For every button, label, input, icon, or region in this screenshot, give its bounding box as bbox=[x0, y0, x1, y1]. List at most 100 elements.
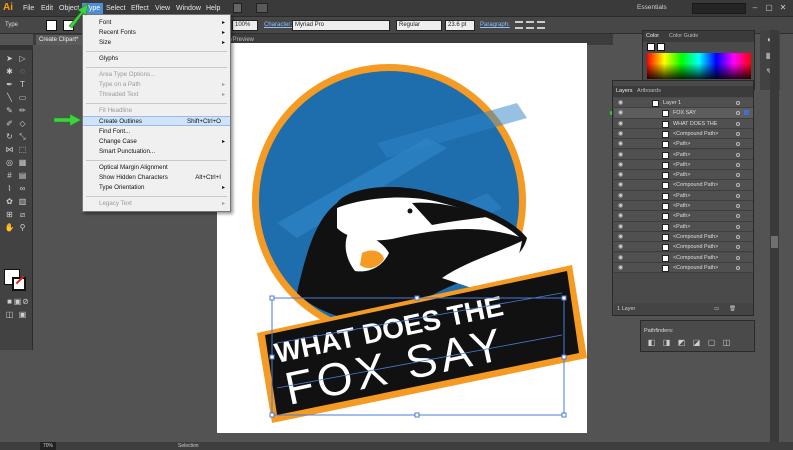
target-circle-icon[interactable] bbox=[736, 224, 740, 229]
visibility-eye-icon[interactable]: ◉ bbox=[618, 253, 623, 263]
target-circle-icon[interactable] bbox=[736, 255, 740, 260]
target-circle-icon[interactable] bbox=[736, 142, 740, 147]
visibility-eye-icon[interactable]: ◉ bbox=[618, 170, 623, 180]
layer-row[interactable]: ◉ <Path> bbox=[614, 201, 753, 212]
rotate-tool-icon[interactable]: ↻ bbox=[4, 131, 15, 142]
menu-item-change-case[interactable]: Change Case ▸ bbox=[83, 137, 230, 147]
menu-item-glyphs[interactable]: Glyphs bbox=[83, 54, 230, 64]
visibility-eye-icon[interactable]: ◉ bbox=[618, 263, 623, 273]
bounding-handle[interactable] bbox=[414, 295, 420, 301]
menu-edit[interactable]: Edit bbox=[38, 3, 56, 15]
maximize-icon[interactable]: ▢ bbox=[764, 3, 774, 13]
fill-color-swatch[interactable] bbox=[46, 20, 57, 31]
mesh-tool-icon[interactable]: # bbox=[4, 170, 15, 181]
menu-item-smart-punctuation[interactable]: Smart Punctuation... bbox=[83, 147, 230, 157]
paintbrush-tool-icon[interactable]: ✎ bbox=[4, 105, 15, 116]
pen-tool-icon[interactable]: ✒ bbox=[4, 79, 15, 90]
visibility-eye-icon[interactable]: ◉ bbox=[618, 201, 623, 211]
none-mode-icon[interactable]: ⊘ bbox=[20, 296, 31, 307]
menu-item-create-outlines[interactable]: Create Outlines Shift+Ctrl+O bbox=[83, 116, 230, 126]
visibility-eye-icon[interactable]: ◉ bbox=[618, 150, 623, 160]
menu-item-recent-fonts[interactable]: Recent Fonts ▸ bbox=[83, 28, 230, 38]
visibility-eye-icon[interactable]: ◉ bbox=[618, 191, 623, 201]
layer-row[interactable]: ◉ <Compound Path> bbox=[614, 262, 753, 274]
eraser-tool-icon[interactable]: ◇ bbox=[17, 118, 28, 129]
layer-row[interactable]: ◉ <Path> bbox=[614, 170, 753, 181]
menu-file[interactable]: File bbox=[20, 3, 37, 15]
selection-tool-icon[interactable]: ➤ bbox=[4, 53, 15, 64]
target-circle-icon[interactable] bbox=[736, 204, 740, 208]
blend-tool-icon[interactable]: ∞ bbox=[17, 183, 28, 194]
layer-row[interactable]: ◉ <Path> bbox=[614, 221, 753, 232]
bounding-handle[interactable] bbox=[561, 354, 567, 360]
visibility-eye-icon[interactable]: ◉ bbox=[618, 160, 623, 170]
visibility-eye-icon[interactable]: ◉ bbox=[618, 180, 623, 190]
scrollbar-thumb[interactable] bbox=[771, 236, 778, 248]
target-circle-icon[interactable] bbox=[736, 183, 740, 188]
target-circle-icon[interactable] bbox=[736, 131, 740, 136]
target-circle-icon[interactable] bbox=[736, 245, 740, 250]
menu-item-find-font[interactable]: Find Font... bbox=[83, 127, 230, 137]
target-circle-icon[interactable] bbox=[736, 234, 740, 239]
bounding-handle[interactable] bbox=[561, 295, 567, 301]
target-circle-icon[interactable] bbox=[736, 173, 740, 178]
menu-item-show-hidden-characters[interactable]: Show Hidden Characters Alt+Ctrl+I bbox=[83, 173, 230, 183]
workspace-switcher[interactable]: Essentials bbox=[637, 4, 687, 11]
menu-item-size[interactable]: Size ▸ bbox=[83, 38, 230, 48]
visibility-eye-icon[interactable]: ◉ bbox=[618, 211, 623, 221]
opacity-field[interactable]: 100% bbox=[232, 20, 258, 31]
font-family-select[interactable]: Myriad Pro bbox=[292, 20, 390, 31]
layer-row[interactable]: ◉ FOX SAY bbox=[614, 108, 753, 119]
menu-item-font[interactable]: Font ▸ bbox=[83, 18, 230, 28]
bounding-handle[interactable] bbox=[269, 295, 275, 301]
close-icon[interactable]: ✕ bbox=[778, 3, 788, 13]
visibility-eye-icon[interactable]: ◉ bbox=[618, 222, 623, 232]
menu-item-optical-margin-alignment[interactable]: Optical Margin Alignment bbox=[83, 163, 230, 173]
layer-row[interactable]: ◉ <Path> bbox=[614, 159, 753, 171]
blob-brush-tool-icon[interactable]: ✐ bbox=[4, 118, 15, 129]
target-circle-icon[interactable] bbox=[736, 152, 740, 157]
column-graph-tool-icon[interactable]: ▥ bbox=[17, 196, 28, 207]
perspective-grid-tool-icon[interactable]: ▦ bbox=[17, 157, 28, 168]
visibility-eye-icon[interactable]: ◉ bbox=[618, 98, 623, 108]
line-tool-icon[interactable]: ╲ bbox=[4, 92, 15, 103]
screen-mode-icon[interactable]: ▣ bbox=[17, 309, 28, 320]
trim-icon[interactable]: ◨ bbox=[661, 337, 672, 348]
fox-say-artwork[interactable]: WHAT DOES THE FOX SAY bbox=[217, 43, 587, 433]
symbol-sprayer-tool-icon[interactable]: ✿ bbox=[4, 196, 15, 207]
slice-tool-icon[interactable]: ⧄ bbox=[17, 209, 28, 220]
panel-stroke-swatch[interactable] bbox=[657, 43, 665, 51]
bounding-handle[interactable] bbox=[561, 412, 567, 418]
tab-artboards[interactable]: Artboards bbox=[637, 88, 661, 94]
direct-selection-tool-icon[interactable]: ▷ bbox=[17, 53, 28, 64]
crop-icon[interactable]: ◪ bbox=[691, 337, 702, 348]
target-circle-icon[interactable] bbox=[736, 162, 740, 167]
new-layer-icon[interactable]: ▭ bbox=[714, 303, 719, 315]
bounding-handle[interactable] bbox=[414, 412, 420, 418]
target-circle-icon[interactable] bbox=[736, 101, 740, 105]
minus-back-icon[interactable]: ◫ bbox=[721, 337, 732, 348]
visibility-eye-icon[interactable]: ◉ bbox=[618, 232, 623, 242]
target-circle-icon[interactable] bbox=[736, 265, 740, 270]
target-circle-icon[interactable] bbox=[736, 193, 740, 198]
hand-tool-icon[interactable]: ✋ bbox=[4, 222, 15, 233]
font-style-select[interactable]: Regular bbox=[396, 20, 442, 31]
shape-builder-tool-icon[interactable]: ◎ bbox=[4, 157, 15, 168]
scale-tool-icon[interactable]: ⤡ bbox=[17, 131, 28, 142]
tab-color[interactable]: Color bbox=[646, 33, 659, 39]
visibility-eye-icon[interactable]: ◉ bbox=[618, 139, 623, 149]
target-circle-icon[interactable] bbox=[736, 111, 740, 116]
tab-color-guide[interactable]: Color Guide bbox=[669, 33, 698, 39]
merge-icon[interactable]: ◩ bbox=[676, 337, 687, 348]
layer-row[interactable]: ◉ <Compound Path> bbox=[614, 231, 753, 243]
target-circle-icon[interactable] bbox=[736, 214, 740, 219]
visibility-eye-icon[interactable]: ◉ bbox=[618, 119, 623, 129]
panel-fill-swatch[interactable] bbox=[647, 43, 655, 51]
selection-indicator[interactable] bbox=[744, 110, 749, 116]
minimize-icon[interactable]: – bbox=[750, 3, 760, 13]
menu-item-type-orientation[interactable]: Type Orientation ▸ bbox=[83, 183, 230, 193]
align-center-icon[interactable] bbox=[526, 21, 534, 29]
character-link[interactable]: Character: bbox=[264, 22, 292, 28]
free-transform-tool-icon[interactable]: ⬚ bbox=[17, 144, 28, 155]
layer-row[interactable]: ◉ <Compound Path> bbox=[614, 128, 753, 140]
